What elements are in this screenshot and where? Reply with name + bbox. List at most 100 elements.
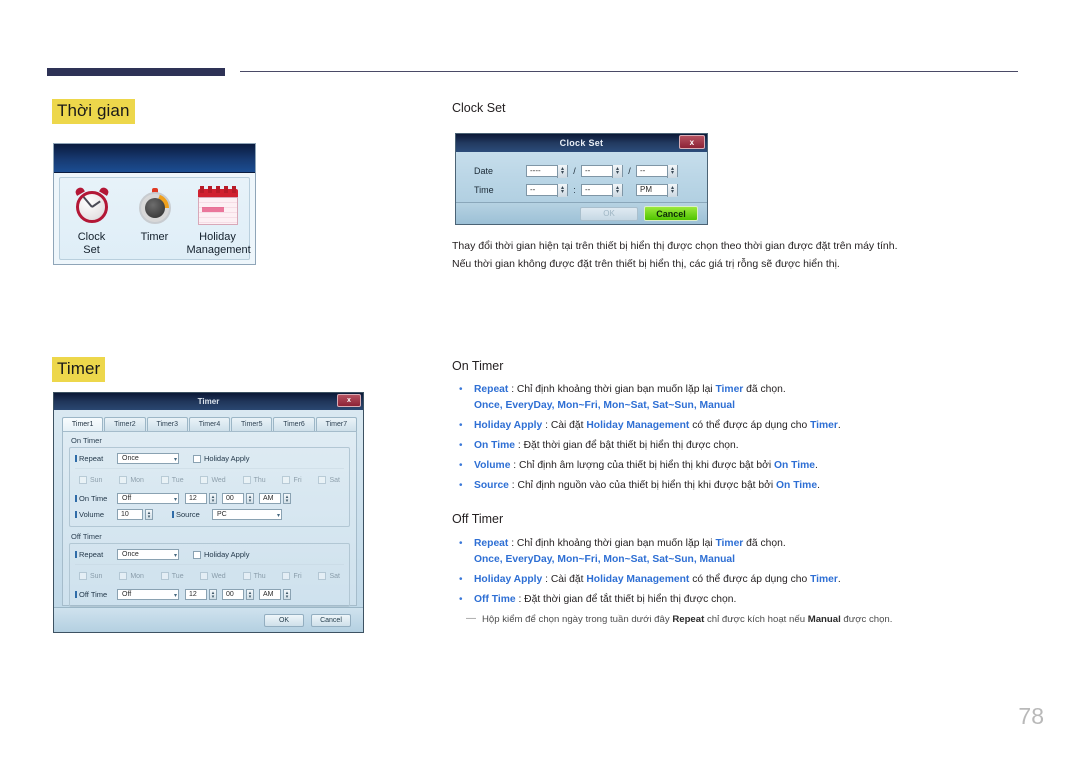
checkbox-icon[interactable] — [242, 476, 251, 484]
off-day-wed[interactable]: Wed — [200, 572, 226, 580]
spinner-arrows-icon[interactable]: ▴ ▾ — [557, 164, 567, 178]
tab-timer4[interactable]: Timer4 — [188, 417, 231, 431]
checkbox-icon[interactable] — [119, 572, 128, 580]
off-minute-field[interactable]: 00 — [222, 589, 244, 600]
osd-item-clock-set[interactable]: Clock Set — [61, 185, 123, 256]
ok-button[interactable]: OK — [264, 613, 304, 627]
on-day-mon[interactable]: Mon — [119, 476, 144, 484]
checkbox-icon[interactable] — [242, 572, 251, 580]
date-day-spinner[interactable]: -- ▴ ▾ — [636, 164, 678, 178]
off-day-thu[interactable]: Thu — [242, 572, 266, 580]
off-repeat-row: Repeat Once ▾ Holiday Apply — [75, 548, 344, 561]
off-day-sat[interactable]: Sat — [318, 572, 340, 580]
ok-button[interactable]: OK — [580, 206, 638, 221]
volume-field[interactable]: 10 — [117, 509, 143, 520]
on-time-label: On Time — [75, 494, 117, 503]
date-year-spinner[interactable]: ---- ▴ ▾ — [526, 164, 568, 178]
on-ampm-field[interactable]: AM — [259, 493, 281, 504]
timer-tabs: Timer1 Timer2 Timer3 Timer4 Timer5 Timer… — [54, 410, 363, 431]
on-time-select[interactable]: Off ▾ — [117, 493, 179, 504]
off-day-tue[interactable]: Tue — [160, 572, 184, 580]
checkbox-icon[interactable] — [200, 572, 209, 580]
page-number: 78 — [1018, 703, 1044, 729]
checkbox-icon[interactable] — [119, 476, 128, 484]
off-holiday-apply-checkbox[interactable]: Holiday Apply — [193, 550, 249, 559]
spinner-arrows-icon[interactable]: ▴ ▾ — [667, 183, 677, 197]
on-day-wed[interactable]: Wed — [200, 476, 226, 484]
osd-item-label: Timer — [124, 231, 186, 244]
tab-timer6[interactable]: Timer6 — [273, 417, 315, 431]
tab-timer2[interactable]: Timer2 — [104, 417, 146, 431]
off-time-value: Off — [122, 591, 132, 598]
time-minute-spinner[interactable]: -- ▴ ▾ — [581, 183, 623, 197]
checkbox-icon[interactable] — [79, 572, 87, 580]
chevron-down-icon[interactable]: ▾ — [174, 456, 177, 463]
osd-label-line1: Holiday — [199, 231, 236, 243]
checkbox-icon[interactable] — [193, 454, 201, 463]
on-day-thu[interactable]: Thu — [242, 476, 266, 484]
osd-item-timer[interactable]: Timer — [124, 185, 186, 244]
chevron-down-icon[interactable]: ▾ — [277, 512, 280, 519]
on-day-sat[interactable]: Sat — [318, 476, 340, 484]
off-ampm-field[interactable]: AM — [259, 589, 281, 600]
checkbox-icon[interactable] — [160, 572, 169, 580]
document-page: Thời gian Clock Set Timer Holiday Manage… — [0, 0, 1080, 763]
off-repeat-select[interactable]: Once ▾ — [117, 549, 179, 560]
off-time-label: Off Time — [75, 590, 117, 599]
date-month-spinner[interactable]: -- ▴ ▾ — [581, 164, 623, 178]
spinner-arrows-icon[interactable]: ▴ ▾ — [612, 183, 622, 197]
chevron-down-icon[interactable]: ▾ — [174, 592, 177, 599]
off-timer-note: Hộp kiểm để chọn ngày trong tuần dưới đâ… — [452, 611, 892, 627]
off-minute-stepper[interactable]: ▴ ▾ — [246, 589, 254, 600]
on-day-fri[interactable]: Fri — [282, 476, 302, 484]
volume-stepper[interactable]: ▴ ▾ — [145, 509, 153, 520]
on-ampm-stepper[interactable]: ▴ ▾ — [283, 493, 291, 504]
tab-timer3[interactable]: Timer3 — [146, 417, 188, 431]
off-day-mon[interactable]: Mon — [119, 572, 144, 580]
off-hour-stepper[interactable]: ▴ ▾ — [209, 589, 217, 600]
spinner-arrows-icon[interactable]: ▴ ▾ — [557, 183, 567, 197]
close-icon[interactable]: x — [337, 394, 361, 407]
cancel-button[interactable]: Cancel — [311, 613, 351, 627]
checkbox-icon[interactable] — [79, 476, 87, 484]
cancel-button[interactable]: Cancel — [644, 206, 698, 221]
source-select[interactable]: PC ▾ — [212, 509, 282, 520]
checkbox-icon[interactable] — [282, 476, 291, 484]
checkbox-icon[interactable] — [160, 476, 169, 484]
tab-timer5[interactable]: Timer5 — [231, 417, 273, 431]
off-hour-field[interactable]: 12 — [185, 589, 207, 600]
off-day-sun[interactable]: Sun — [79, 572, 102, 580]
time-hour-spinner[interactable]: -- ▴ ▾ — [526, 183, 568, 197]
timer-dial-icon — [124, 185, 186, 229]
off-day-fri[interactable]: Fri — [282, 572, 302, 580]
bullet-on-source: Source : Chỉ định nguồn vào của thiết bị… — [452, 478, 841, 494]
chevron-down-icon[interactable]: ▾ — [174, 496, 177, 503]
on-day-tue[interactable]: Tue — [160, 476, 184, 484]
chevron-down-icon[interactable]: ▾ — [174, 552, 177, 559]
checkbox-icon[interactable] — [193, 550, 201, 559]
on-hour-stepper[interactable]: ▴ ▾ — [209, 493, 217, 504]
bullet-on-holiday-apply: Holiday Apply : Cài đặt Holiday Manageme… — [452, 418, 841, 434]
checkbox-icon[interactable] — [318, 572, 327, 580]
on-hour-field[interactable]: 12 — [185, 493, 207, 504]
on-holiday-apply-checkbox[interactable]: Holiday Apply — [193, 454, 249, 463]
off-time-select[interactable]: Off ▾ — [117, 589, 179, 600]
on-repeat-select[interactable]: Once ▾ — [117, 453, 179, 464]
close-icon[interactable]: x — [679, 135, 705, 149]
spinner-arrows-icon[interactable]: ▴ ▾ — [667, 164, 677, 178]
tab-timer7[interactable]: Timer7 — [315, 417, 357, 431]
on-day-sun[interactable]: Sun — [79, 476, 102, 484]
osd-item-holiday-management[interactable]: Holiday Management — [187, 185, 251, 256]
on-minute-stepper[interactable]: ▴ ▾ — [246, 493, 254, 504]
on-repeat-value: Once — [122, 455, 139, 462]
time-ampm-spinner[interactable]: PM ▴ ▾ — [636, 183, 678, 197]
off-ampm-stepper[interactable]: ▴ ▾ — [283, 589, 291, 600]
timer-dialog: Timer x Timer1 Timer2 Timer3 Timer4 Time… — [53, 392, 364, 633]
spinner-arrows-icon[interactable]: ▴ ▾ — [612, 164, 622, 178]
checkbox-icon[interactable] — [200, 476, 209, 484]
date-label: Date — [474, 165, 494, 176]
checkbox-icon[interactable] — [282, 572, 291, 580]
tab-timer1[interactable]: Timer1 — [62, 417, 104, 431]
checkbox-icon[interactable] — [318, 476, 327, 484]
on-minute-field[interactable]: 00 — [222, 493, 244, 504]
